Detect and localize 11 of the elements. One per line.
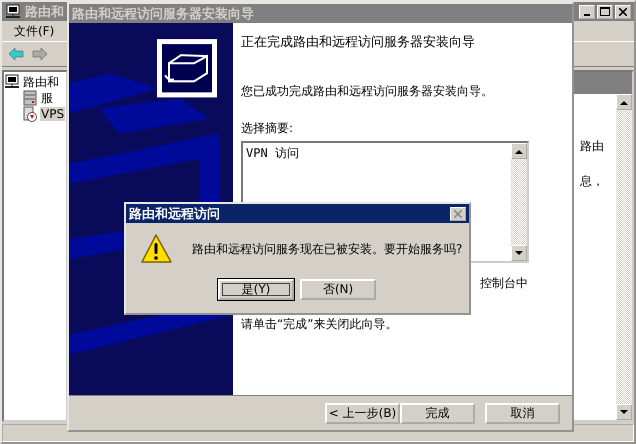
wizard-message: 您已成功完成路由和远程访问服务器安装向导。 (241, 83, 494, 100)
wizard-note: 控制台中 (480, 275, 528, 292)
dialog-message: 路由和远程访问服务现在已被安装。要开始服务吗? (192, 240, 462, 258)
dialog-title: 路由和远程访问 (129, 206, 220, 222)
description-text: 路由 (580, 138, 604, 155)
summary-label: 选择摘要: (241, 120, 294, 137)
description-text: 息， (580, 173, 604, 190)
window-title: 路由和 (25, 4, 64, 20)
wizard-heading: 正在完成路由和远程访问服务器安装向导 (241, 34, 476, 51)
wizard-title: 路由和远程访问服务器安装向导 (72, 6, 254, 22)
finish-hint: 请单击“完成”来关闭此向导。 (241, 316, 398, 333)
